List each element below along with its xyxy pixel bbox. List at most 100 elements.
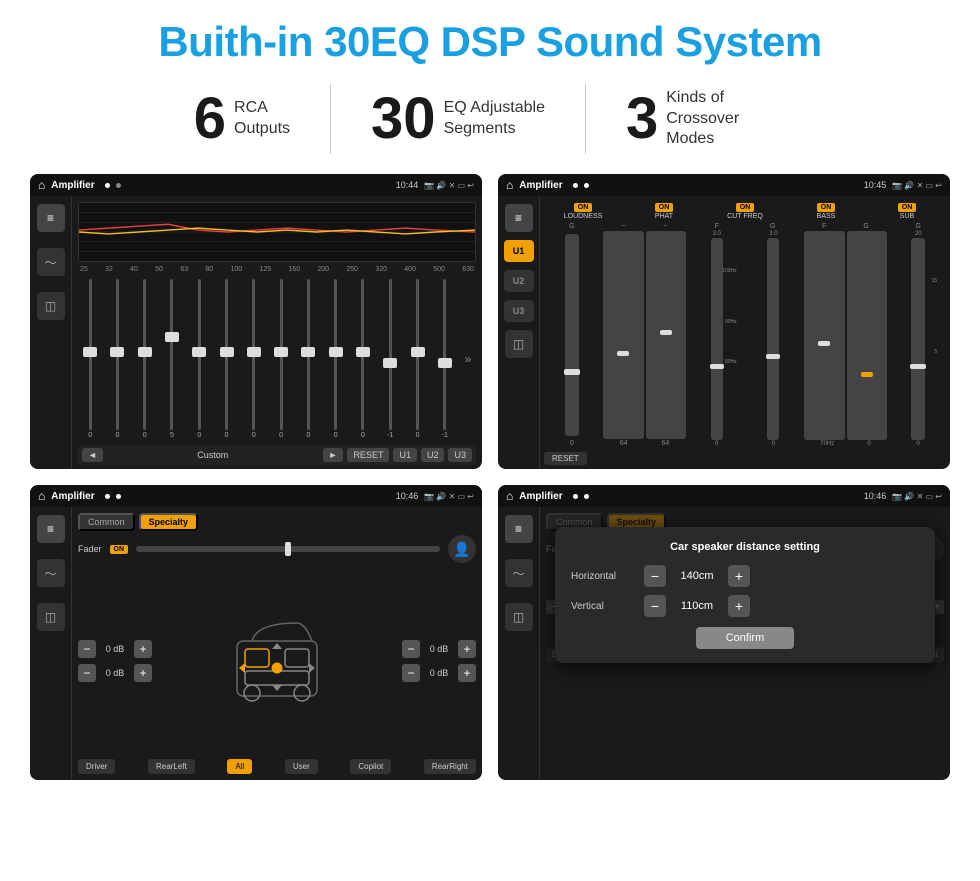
- eq-time: 10:44: [396, 180, 419, 190]
- driver-btn[interactable]: Driver: [78, 759, 115, 774]
- sub-on[interactable]: ON: [898, 203, 917, 212]
- user-btn[interactable]: User: [285, 759, 318, 774]
- distance-dialog: Car speaker distance setting Horizontal …: [555, 527, 935, 663]
- dist-wave-icon[interactable]: 〜: [505, 559, 533, 587]
- all-btn[interactable]: All: [227, 759, 252, 774]
- cr-status-bar: ⌂ Amplifier 10:45 📷 🔊 ✕ ▭ ↩: [498, 174, 950, 196]
- eq-slider-col: 0: [405, 279, 429, 439]
- dist-app-name: Amplifier: [519, 491, 562, 502]
- eq-slider-col: 0: [351, 279, 375, 439]
- eq-slider-col: 0: [105, 279, 129, 439]
- dist-speaker-icon[interactable]: ◫: [505, 603, 533, 631]
- horizontal-ctrl: − 140cm +: [644, 565, 750, 587]
- distance-screen: ⌂ Amplifier 10:46 📷 🔊 ✕ ▭ ↩ ≡ 〜 ◫: [498, 485, 950, 780]
- cr-app-name: Amplifier: [519, 180, 562, 191]
- rear-left-btn[interactable]: RearLeft: [148, 759, 195, 774]
- fr-minus-btn[interactable]: −: [402, 640, 420, 658]
- stat-crossover: 3 Kinds ofCrossover Modes: [586, 88, 826, 150]
- copilot-btn[interactable]: Copilot: [350, 759, 391, 774]
- fader-tabs: Common Specialty: [78, 513, 476, 531]
- eq-slider-col: 0: [296, 279, 320, 439]
- fader-screen: ⌂ Amplifier 10:46 📷 🔊 ✕ ▭ ↩ ≡ 〜 ◫ Common: [30, 485, 482, 780]
- fl-minus-btn[interactable]: −: [78, 640, 96, 658]
- cr-reset-btn[interactable]: RESET: [544, 452, 587, 465]
- eq-prev-btn[interactable]: ◄: [82, 448, 103, 462]
- eq-slider-col: 0: [187, 279, 211, 439]
- eq-main-area: 2532 4050 6380 100125 160200 250320 4005…: [72, 196, 482, 469]
- phat-on[interactable]: ON: [655, 203, 674, 212]
- fl-plus-btn[interactable]: +: [134, 640, 152, 658]
- crossover-screen: ⌂ Amplifier 10:45 📷 🔊 ✕ ▭ ↩ ≡ U1 U2 U3 ◫: [498, 174, 950, 469]
- home-icon: ⌂: [38, 178, 45, 192]
- dist-dot-2: [584, 494, 589, 499]
- eq-expand-icon[interactable]: »: [460, 352, 476, 366]
- dist-eq-icon[interactable]: ≡: [505, 515, 533, 543]
- fader-wave-icon[interactable]: 〜: [37, 559, 65, 587]
- dist-status-bar: ⌂ Amplifier 10:46 📷 🔊 ✕ ▭ ↩: [498, 485, 950, 507]
- common-tab[interactable]: Common: [78, 513, 135, 531]
- cr-time: 10:45: [864, 180, 887, 190]
- dist-left-sidebar: ≡ 〜 ◫: [498, 507, 540, 780]
- fader-bottom-labels: Driver RearLeft All User Copilot RearRig…: [78, 759, 476, 774]
- vertical-value: 110cm: [672, 600, 722, 612]
- eq-app-name: Amplifier: [51, 180, 94, 191]
- fader-status-icons: 📷 🔊 ✕ ▭ ↩: [424, 492, 474, 501]
- rr-minus-btn[interactable]: −: [402, 664, 420, 682]
- eq-left-sidebar: ≡ 〜 ◫: [30, 196, 72, 469]
- confirm-btn[interactable]: Confirm: [696, 627, 795, 649]
- eq-reset-btn[interactable]: RESET: [347, 448, 389, 462]
- eq-u1-btn[interactable]: U1: [393, 448, 417, 462]
- eq-status-bar: ⌂ Amplifier 10:44 📷 🔊 ✕ ▭ ↩: [30, 174, 482, 196]
- user-settings-btn[interactable]: 👤: [448, 535, 476, 563]
- fader-speaker-icon[interactable]: ◫: [37, 603, 65, 631]
- eq-next-btn[interactable]: ►: [323, 448, 344, 462]
- stat-rca-number: 6: [194, 90, 226, 148]
- horizontal-label: Horizontal: [571, 571, 636, 582]
- eq-u2-btn[interactable]: U2: [421, 448, 445, 462]
- cr-u2-btn[interactable]: U2: [504, 270, 534, 292]
- fr-vol-value: 0 dB: [424, 644, 454, 654]
- loudness-on[interactable]: ON: [574, 203, 593, 212]
- horizontal-minus-btn[interactable]: −: [644, 565, 666, 587]
- fr-plus-btn[interactable]: +: [458, 640, 476, 658]
- vertical-minus-btn[interactable]: −: [644, 595, 666, 617]
- eq-slider-col: 0: [133, 279, 157, 439]
- eq-bottom-bar: ◄ Custom ► RESET U1 U2 U3: [78, 445, 476, 465]
- dialog-vertical-row: Vertical − 110cm +: [571, 595, 919, 617]
- eq-u3-btn[interactable]: U3: [448, 448, 472, 462]
- vertical-plus-btn[interactable]: +: [728, 595, 750, 617]
- rl-plus-btn[interactable]: +: [134, 664, 152, 682]
- dist-status-icons: 📷 🔊 ✕ ▭ ↩: [892, 492, 942, 501]
- status-icons: 📷 🔊 ✕ ▭ ↩: [424, 181, 474, 190]
- cr-main-area: ON LOUDNESS ON PHAT ON CUT FREQ ON: [540, 196, 950, 469]
- fader-status-bar: ⌂ Amplifier 10:46 📷 🔊 ✕ ▭ ↩: [30, 485, 482, 507]
- stat-rca-text: RCAOutputs: [234, 98, 290, 140]
- dot-1: [105, 183, 110, 188]
- fader-on-badge[interactable]: ON: [110, 545, 129, 554]
- wave-icon[interactable]: 〜: [37, 248, 65, 276]
- cr-u1-btn[interactable]: U1: [504, 240, 534, 262]
- cutfreq-on[interactable]: ON: [736, 203, 755, 212]
- fl-vol-value: 0 dB: [100, 644, 130, 654]
- fader-eq-icon[interactable]: ≡: [37, 515, 65, 543]
- rl-minus-btn[interactable]: −: [78, 664, 96, 682]
- cr-dot-1: [573, 183, 578, 188]
- cr-u3-btn[interactable]: U3: [504, 300, 534, 322]
- dist-home-icon: ⌂: [506, 489, 513, 503]
- dialog-horizontal-row: Horizontal − 140cm +: [571, 565, 919, 587]
- fader-slider[interactable]: [136, 546, 440, 552]
- cr-eq-icon[interactable]: ≡: [505, 204, 533, 232]
- horizontal-plus-btn[interactable]: +: [728, 565, 750, 587]
- specialty-tab[interactable]: Specialty: [139, 513, 199, 531]
- fader-home-icon: ⌂: [38, 489, 45, 503]
- speaker-icon[interactable]: ◫: [37, 292, 65, 320]
- rr-plus-btn[interactable]: +: [458, 664, 476, 682]
- eq-icon[interactable]: ≡: [37, 204, 65, 232]
- cr-vol-icon[interactable]: ◫: [505, 330, 533, 358]
- eq-slider-col: -1: [378, 279, 402, 439]
- vertical-label: Vertical: [571, 601, 636, 612]
- rear-right-btn[interactable]: RearRight: [424, 759, 476, 774]
- stat-eq-text: EQ AdjustableSegments: [444, 98, 545, 140]
- stat-eq: 30 EQ AdjustableSegments: [331, 90, 585, 148]
- bass-on[interactable]: ON: [817, 203, 836, 212]
